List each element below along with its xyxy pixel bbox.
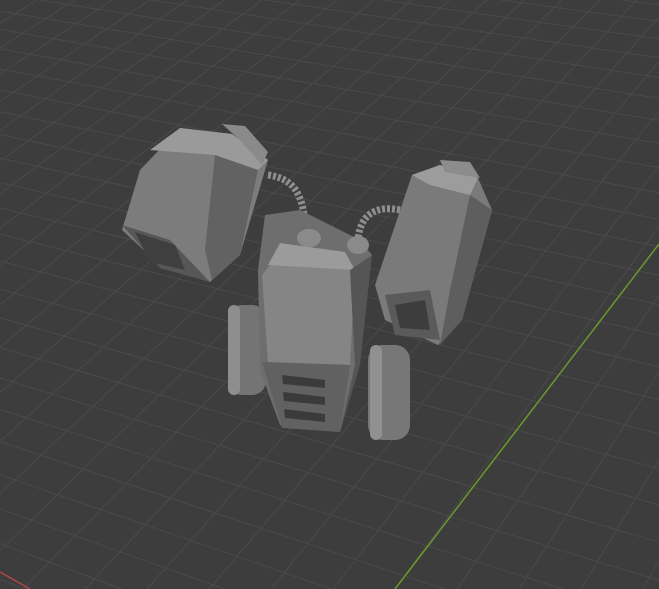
jetpack-model[interactable] bbox=[122, 124, 492, 440]
right-thruster[interactable] bbox=[375, 160, 492, 345]
grid-line bbox=[0, 48, 659, 169]
vent-slats bbox=[282, 375, 325, 422]
grid-line bbox=[0, 409, 563, 589]
right-cylinder bbox=[368, 345, 410, 440]
grid-line bbox=[0, 0, 188, 131]
grid-line bbox=[642, 560, 659, 589]
grid-line bbox=[500, 0, 659, 22]
3d-viewport[interactable] bbox=[0, 0, 659, 589]
grid-line bbox=[40, 0, 659, 99]
grid-line bbox=[0, 508, 225, 589]
grid-line bbox=[456, 294, 659, 589]
x-axis-line bbox=[0, 571, 31, 589]
backpack-body[interactable] bbox=[258, 210, 372, 432]
viewport-canvas[interactable] bbox=[0, 0, 659, 589]
grid-line bbox=[621, 0, 659, 6]
grid-line bbox=[518, 371, 659, 589]
grid-line bbox=[0, 29, 659, 144]
grid-line bbox=[0, 474, 332, 589]
grid-line bbox=[0, 89, 659, 220]
grid-line bbox=[265, 0, 659, 59]
grid-line bbox=[580, 459, 659, 589]
grid-line bbox=[0, 68, 659, 194]
grid-line bbox=[381, 0, 659, 40]
grid-line bbox=[0, 441, 445, 589]
grid-line bbox=[151, 0, 659, 78]
left-thruster[interactable] bbox=[122, 124, 268, 282]
